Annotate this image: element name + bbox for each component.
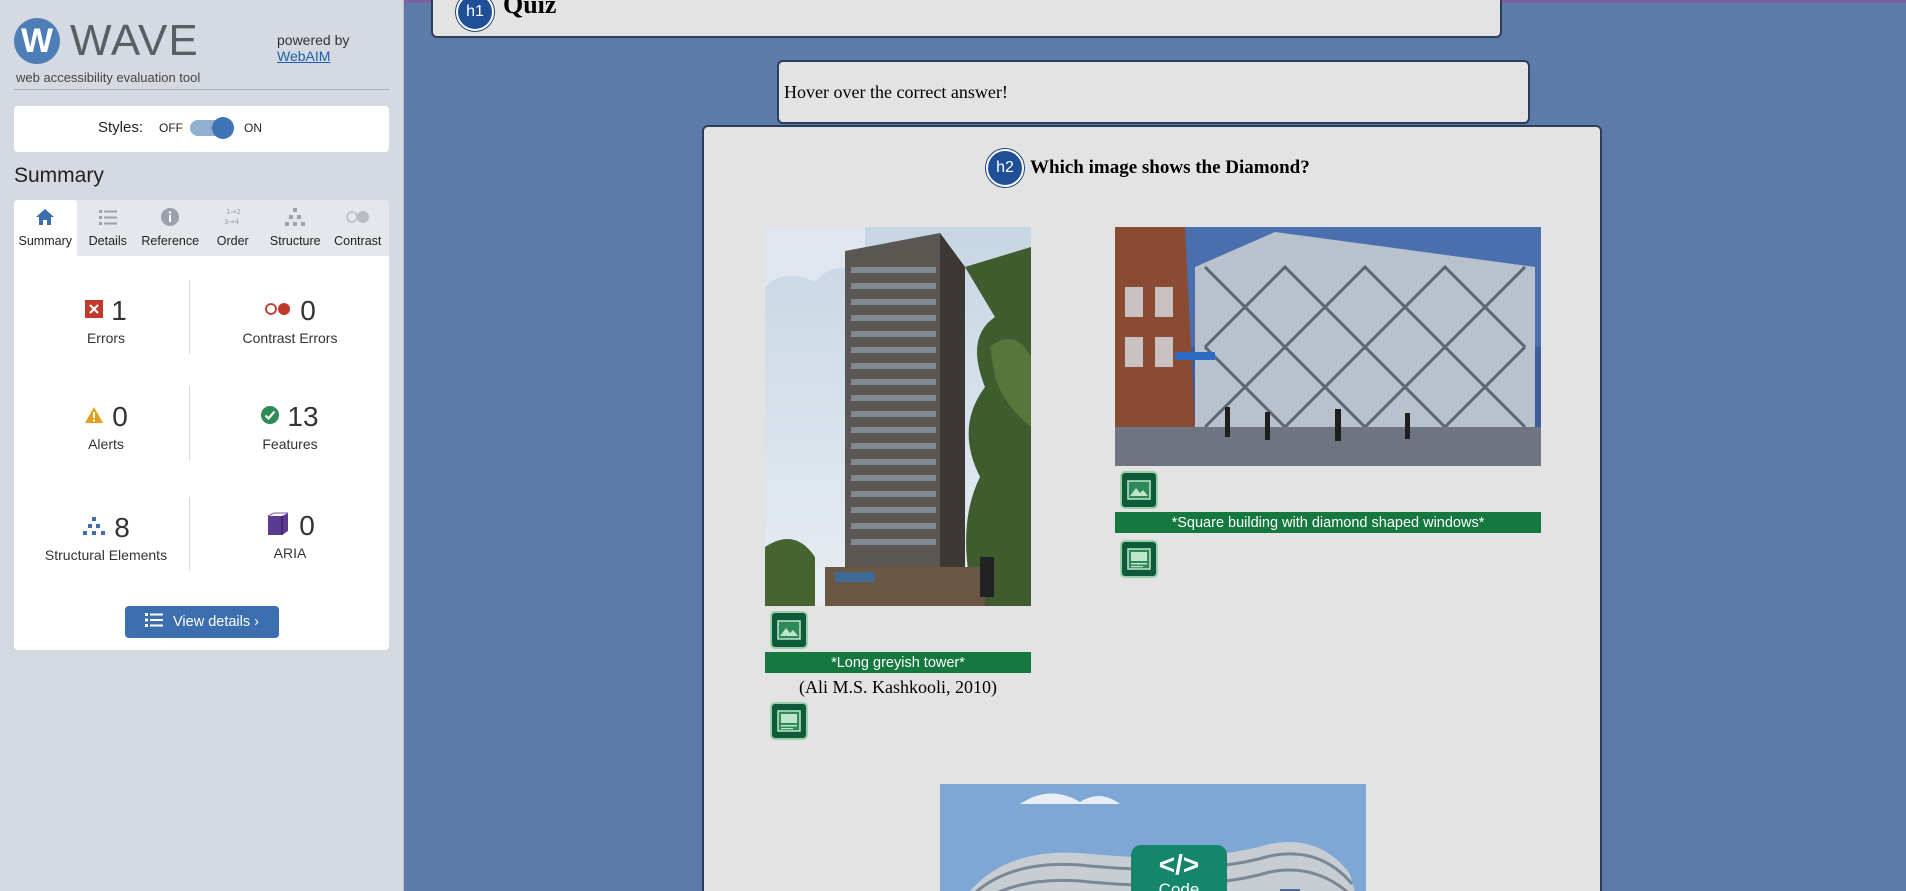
quiz-heading-box: h1 Quiz bbox=[431, 0, 1502, 38]
features-count: 13 bbox=[287, 401, 319, 432]
styles-toggle-box: Styles: OFF ON bbox=[14, 106, 389, 152]
sidebar-divider bbox=[14, 89, 389, 90]
h2-badge-icon[interactable]: h2 bbox=[986, 149, 1024, 187]
tab-label: Contrast bbox=[334, 234, 382, 248]
tab-reference[interactable]: Reference bbox=[139, 200, 202, 256]
summary-panel: Summary Details Reference 1→23→4 Order bbox=[14, 200, 389, 650]
answer-image-diamond[interactable] bbox=[1115, 227, 1541, 466]
error-icon bbox=[85, 299, 104, 323]
stat-structural[interactable]: 8 Structural Elements bbox=[21, 511, 191, 563]
svg-text:3→4: 3→4 bbox=[224, 218, 239, 226]
image-credit: (Ali M.S. Kashkooli, 2010) bbox=[799, 677, 997, 697]
tab-label: Structure bbox=[269, 234, 321, 248]
contrast-error-icon bbox=[264, 302, 292, 321]
question-heading: Which image shows the Diamond? bbox=[1030, 157, 1310, 178]
aria-label: ARIA bbox=[273, 545, 307, 561]
styles-off-label: OFF bbox=[159, 121, 183, 135]
figure-caption-icon[interactable] bbox=[1120, 540, 1158, 578]
webaim-link[interactable]: WebAIM bbox=[277, 48, 330, 64]
alt-text-tower: *Long greyish tower* bbox=[765, 652, 1031, 673]
quiz-question-box: h2 Which image shows the Diamond? *Long … bbox=[702, 125, 1602, 891]
instruction-box: Hover over the correct answer! bbox=[777, 60, 1530, 124]
page-title: Quiz bbox=[503, 0, 557, 19]
home-icon bbox=[14, 206, 77, 228]
structural-count: 8 bbox=[114, 512, 130, 543]
h1-badge-icon[interactable]: h1 bbox=[456, 0, 494, 31]
contrast-errors-label: Contrast Errors bbox=[242, 330, 338, 346]
tab-structure[interactable]: Structure bbox=[264, 200, 327, 256]
svg-text:1→2: 1→2 bbox=[226, 208, 241, 216]
order-icon: 1→2 3→4 bbox=[202, 206, 265, 228]
image-feature-icon[interactable] bbox=[1120, 471, 1158, 509]
feature-icon bbox=[261, 405, 280, 429]
contrast-errors-count: 0 bbox=[300, 295, 316, 326]
summary-title: Summary bbox=[14, 164, 104, 187]
stat-aria[interactable]: 0 ARIA bbox=[205, 509, 375, 561]
aria-icon bbox=[265, 512, 291, 541]
stat-contrast-errors[interactable]: 0 Contrast Errors bbox=[205, 294, 375, 346]
contrast-icon bbox=[327, 206, 390, 228]
image-feature-icon[interactable] bbox=[770, 611, 808, 649]
errors-count: 1 bbox=[111, 295, 127, 326]
wave-logo-mark: W bbox=[14, 18, 60, 64]
structure-icon bbox=[264, 206, 327, 228]
stat-alerts[interactable]: 0 Alerts bbox=[21, 400, 191, 452]
alt-text-diamond: *Square building with diamond shaped win… bbox=[1115, 512, 1541, 533]
alert-icon bbox=[84, 406, 104, 429]
errors-label: Errors bbox=[86, 330, 126, 346]
instruction-text: Hover over the correct answer! bbox=[784, 82, 1008, 102]
code-toggle-button[interactable]: </> Code bbox=[1131, 845, 1227, 891]
powered-by-text: powered by bbox=[277, 32, 350, 48]
aria-count: 0 bbox=[299, 510, 315, 541]
view-details-label: View details › bbox=[173, 614, 259, 630]
wave-subtitle: web accessibility evaluation tool bbox=[16, 70, 201, 85]
list-icon bbox=[145, 612, 164, 632]
list-icon bbox=[77, 206, 140, 228]
tab-label: Summary bbox=[18, 234, 72, 248]
tab-label: Details bbox=[88, 234, 127, 248]
tab-contrast[interactable]: Contrast bbox=[327, 200, 390, 256]
powered-by: powered by WebAIM bbox=[277, 32, 349, 64]
tab-label: Order bbox=[216, 234, 249, 248]
tab-order[interactable]: 1→2 3→4 Order bbox=[202, 200, 265, 256]
alerts-label: Alerts bbox=[88, 436, 124, 452]
styles-toggle[interactable] bbox=[190, 117, 234, 139]
features-label: Features bbox=[262, 436, 318, 452]
info-icon bbox=[139, 206, 202, 228]
tab-details[interactable]: Details bbox=[77, 200, 140, 256]
answer-image-tower[interactable] bbox=[765, 227, 1031, 606]
tab-bar: Summary Details Reference 1→23→4 Order bbox=[14, 200, 389, 256]
page-content: h1 Quiz Hover over the correct answer! h… bbox=[404, 0, 1906, 891]
code-icon: </> bbox=[1158, 849, 1200, 880]
code-label: Code bbox=[1158, 880, 1200, 891]
stat-features[interactable]: 13 Features bbox=[205, 400, 375, 452]
wave-logo-text: WAVE bbox=[70, 16, 199, 65]
structure-icon bbox=[82, 516, 106, 541]
alerts-count: 0 bbox=[112, 401, 128, 432]
stat-errors[interactable]: 1 Errors bbox=[21, 294, 191, 346]
figure-caption-icon[interactable] bbox=[770, 702, 808, 740]
tab-label: Reference bbox=[141, 234, 200, 248]
styles-label: Styles: bbox=[98, 119, 144, 136]
tab-summary[interactable]: Summary bbox=[14, 200, 77, 256]
wave-sidebar: W WAVE web accessibility evaluation tool… bbox=[0, 0, 404, 891]
styles-on-label: ON bbox=[244, 121, 262, 135]
toggle-knob bbox=[212, 117, 234, 139]
view-details-button[interactable]: View details › bbox=[125, 606, 279, 638]
structural-label: Structural Elements bbox=[44, 547, 168, 563]
